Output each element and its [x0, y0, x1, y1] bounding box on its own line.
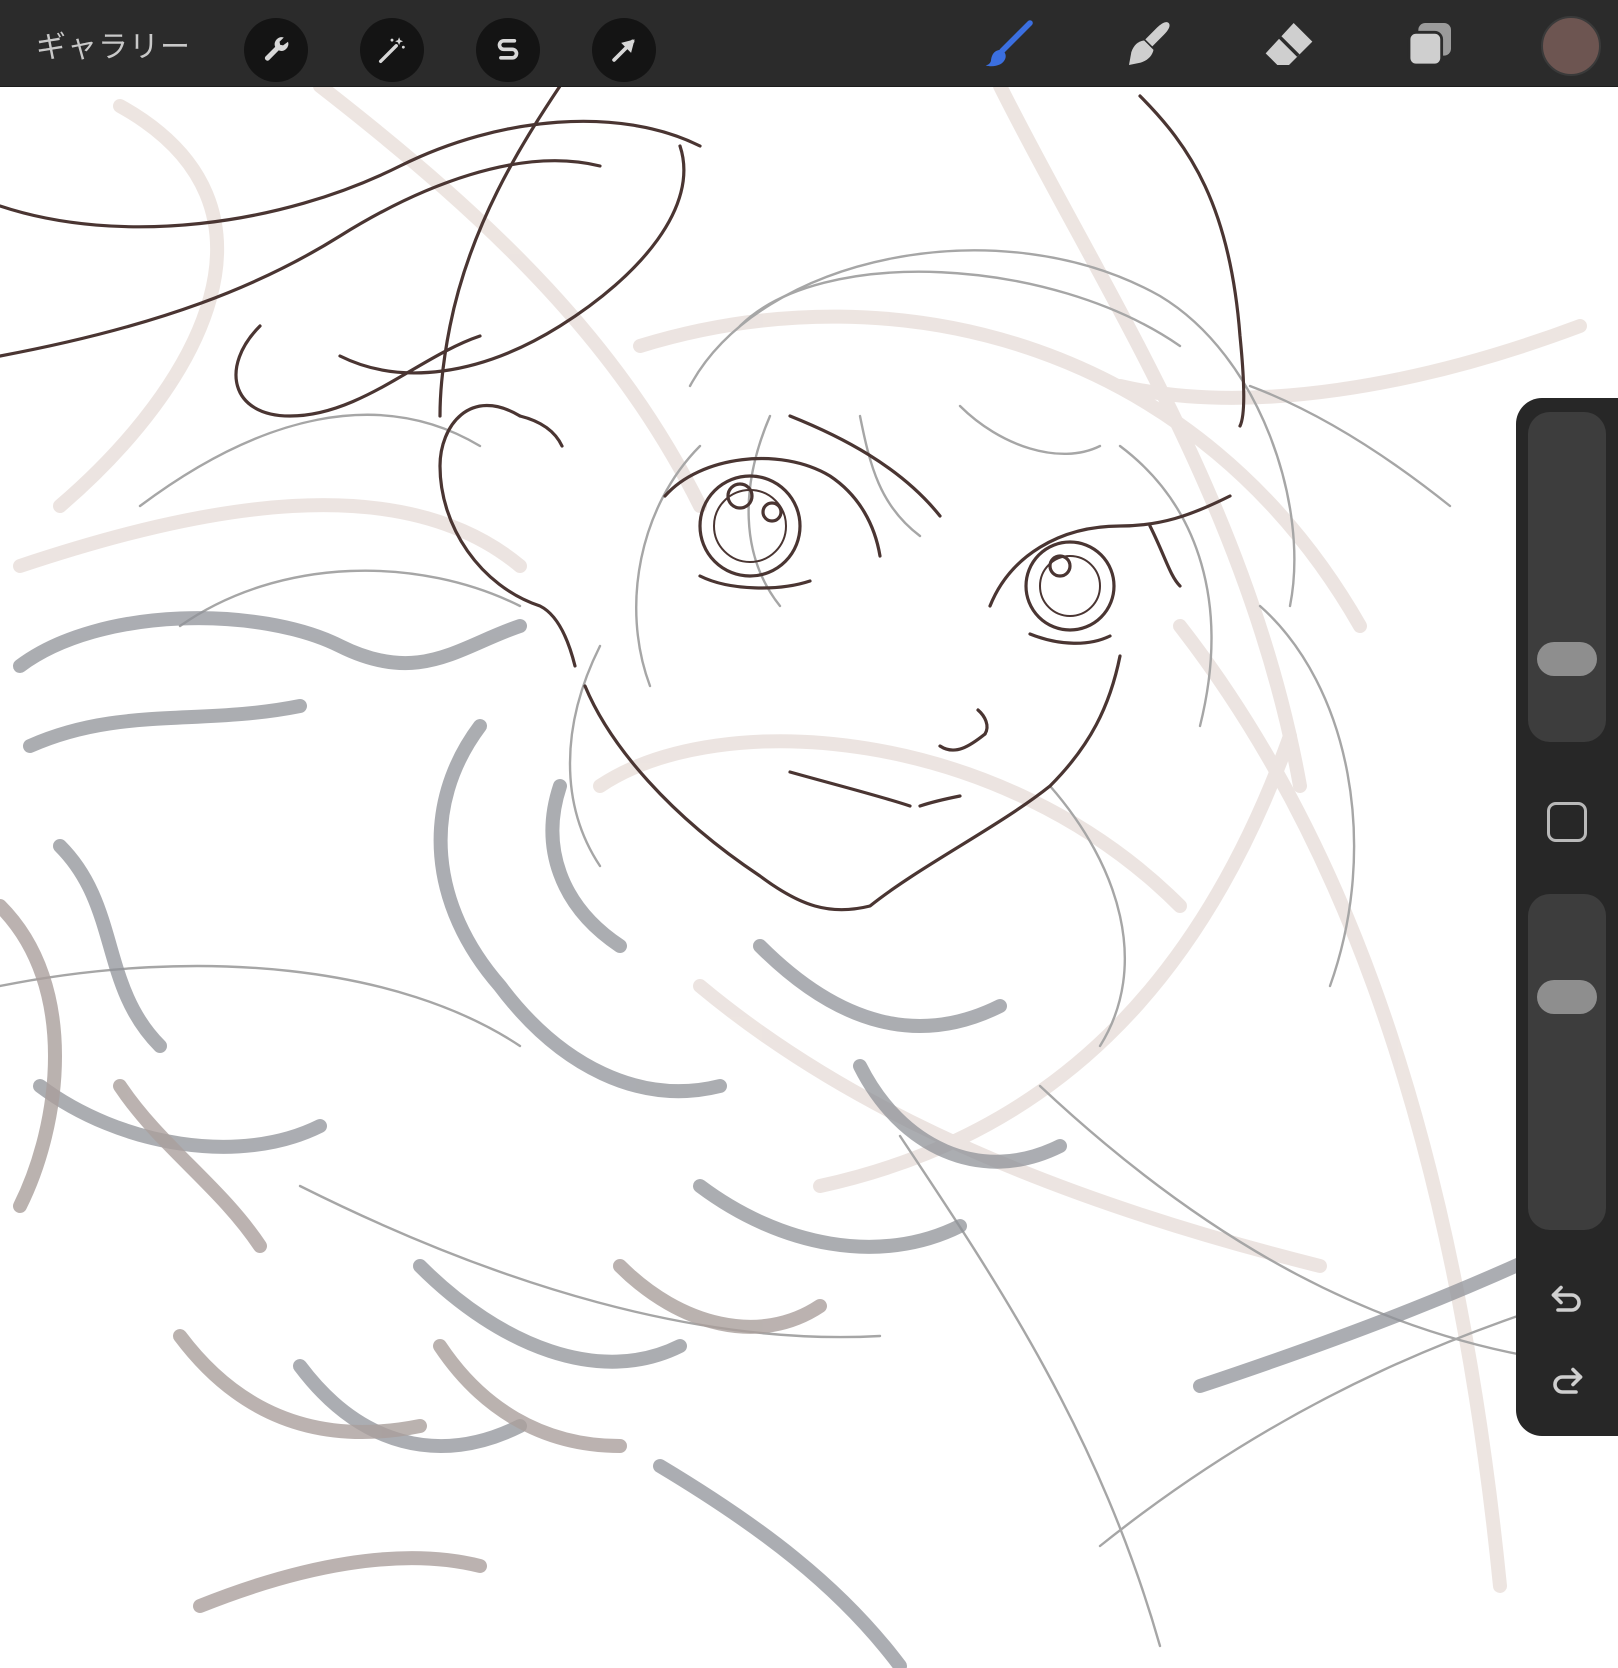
pencil-rough-layer: [13, 611, 1607, 1668]
top-toolbar: ギャラリー: [0, 0, 1618, 86]
redo-icon: [1553, 1367, 1583, 1394]
side-controls: [1516, 398, 1618, 1436]
brush-tool-button[interactable]: [975, 12, 1043, 76]
gallery-button[interactable]: ギャラリー: [36, 22, 191, 66]
wrench-icon: [264, 37, 289, 61]
sketch-artwork: [0, 86, 1612, 1668]
arrow-cursor-icon: [612, 39, 635, 62]
adjustments-button[interactable]: [360, 18, 424, 82]
transform-button[interactable]: [592, 18, 656, 82]
selection-s-icon: [497, 38, 519, 60]
selection-button[interactable]: [476, 18, 540, 82]
brush-icon: [985, 20, 1033, 67]
eraser-icon: [1265, 23, 1313, 65]
opacity-slider[interactable]: [1528, 894, 1606, 1230]
brush-size-slider[interactable]: [1528, 412, 1606, 742]
brush-size-thumb[interactable]: [1537, 642, 1597, 676]
actions-button[interactable]: [244, 18, 308, 82]
redo-button[interactable]: [1542, 1358, 1592, 1402]
smudge-tool-button[interactable]: [1116, 12, 1184, 76]
undo-icon: [1551, 1285, 1581, 1312]
smudge-finger-icon: [1129, 22, 1170, 65]
eraser-tool-button[interactable]: [1255, 12, 1323, 76]
light-guide-layer: [13, 86, 1587, 1593]
layers-button[interactable]: [1396, 12, 1464, 76]
lineart-layer: [0, 86, 1246, 912]
color-picker-button[interactable]: [1541, 16, 1601, 76]
magic-wand-icon: [378, 37, 405, 64]
layers-icon: [1407, 23, 1451, 67]
undo-button[interactable]: [1542, 1276, 1592, 1320]
drawing-canvas[interactable]: [0, 86, 1618, 1668]
opacity-thumb[interactable]: [1537, 980, 1597, 1014]
brown-rough-layer: [0, 899, 827, 1613]
hair-guide-layer: [0, 249, 1612, 1648]
modify-button[interactable]: [1547, 802, 1587, 842]
